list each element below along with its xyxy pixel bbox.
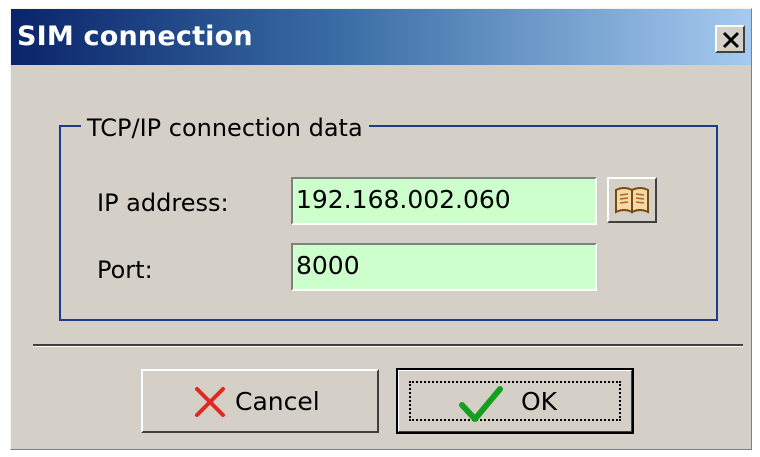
ok-button[interactable]: OK — [396, 368, 634, 434]
address-book-icon — [615, 187, 649, 214]
cancel-label: Cancel — [235, 387, 320, 416]
cancel-button[interactable]: Cancel — [141, 369, 379, 433]
green-check-icon — [459, 386, 503, 422]
port-label: Port: — [97, 256, 153, 284]
address-book-button[interactable] — [607, 177, 657, 223]
title-bar[interactable]: SIM connection — [11, 9, 751, 65]
separator-line — [33, 344, 743, 347]
ip-address-label: IP address: — [97, 189, 229, 217]
port-input[interactable]: 8000 — [291, 243, 597, 291]
close-icon — [722, 31, 740, 49]
groupbox-label: TCP/IP connection data — [81, 114, 369, 142]
focus-rectangle — [409, 381, 621, 421]
ip-address-input[interactable]: 192.168.002.060 — [291, 177, 597, 225]
close-button[interactable] — [715, 25, 745, 53]
red-x-icon — [195, 387, 225, 417]
sim-connection-dialog: SIM connection TCP/IP connection data IP… — [10, 8, 752, 450]
ok-label: OK — [521, 387, 558, 416]
window-title: SIM connection — [17, 21, 253, 52]
